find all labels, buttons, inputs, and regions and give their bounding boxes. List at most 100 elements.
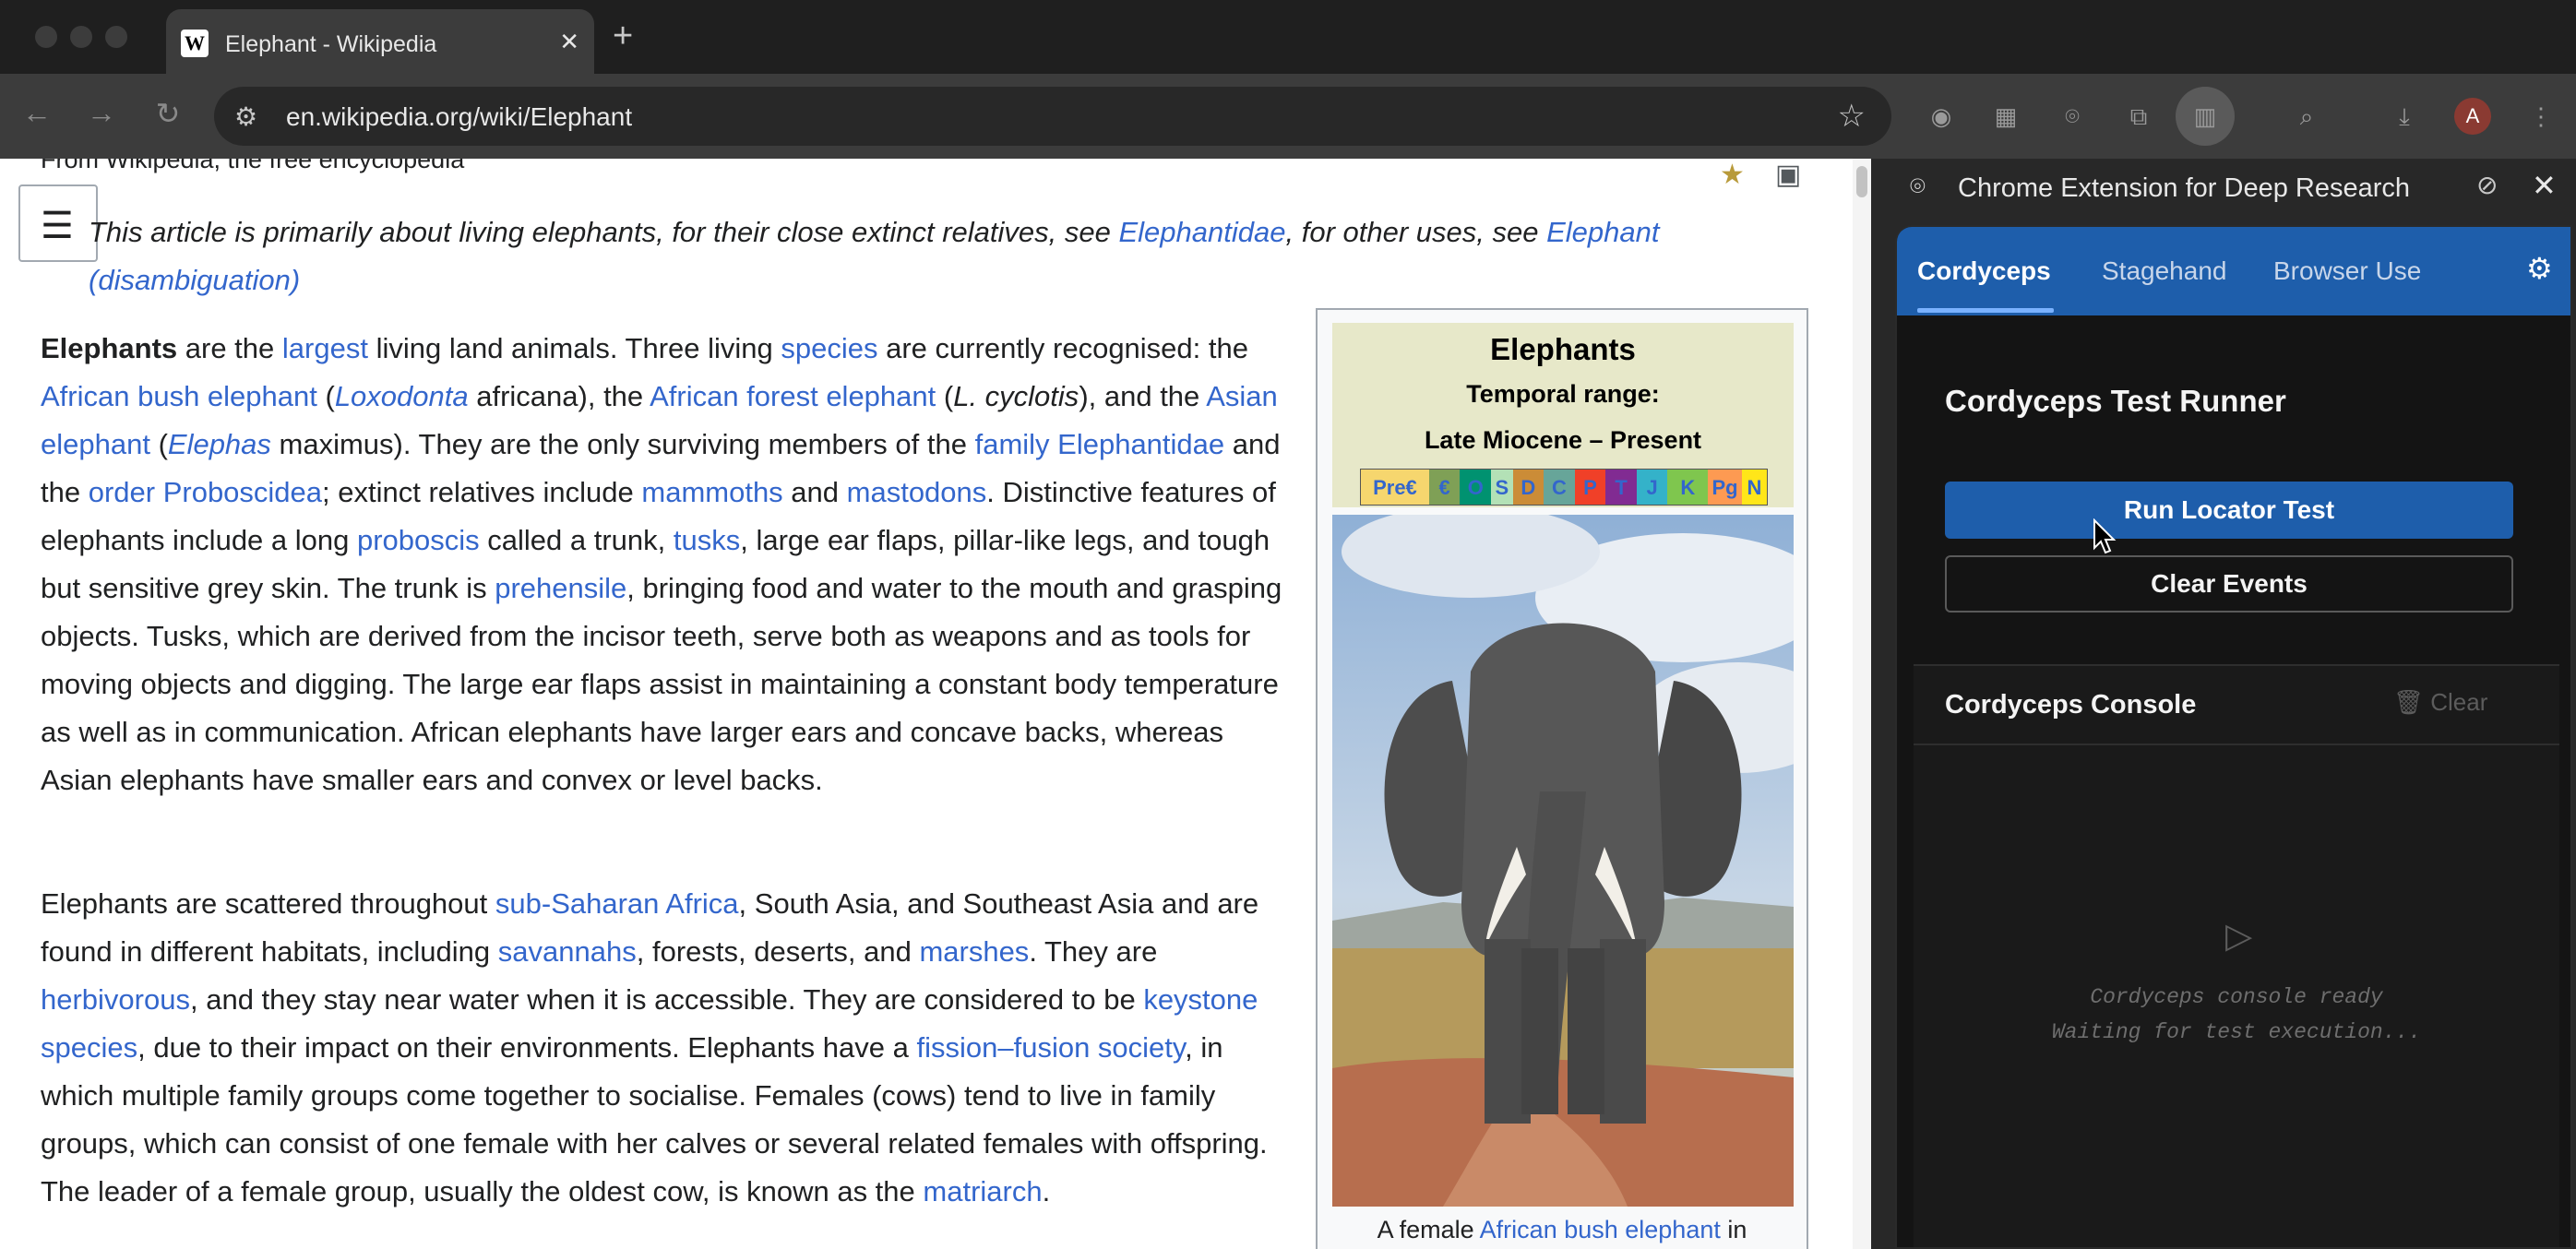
- link-prehensile[interactable]: prehensile: [495, 572, 626, 604]
- timeline-segment[interactable]: C: [1544, 470, 1575, 505]
- infobox-caption: A female African bush elephant in: [1377, 1216, 1747, 1243]
- browser-tab[interactable]: W Elephant - Wikipedia ✕: [166, 9, 594, 74]
- paragraph-intro: Elephants are the largest living land an…: [41, 332, 1282, 796]
- scrollbar-thumb[interactable]: [1856, 166, 1867, 197]
- timeline-segment[interactable]: K: [1667, 470, 1709, 505]
- run-locator-test-button[interactable]: Run Locator Test: [1945, 482, 2513, 539]
- close-window-button[interactable]: [35, 26, 57, 48]
- console-waiting-message: Waiting for test execution...: [2051, 1020, 2422, 1044]
- address-bar[interactable]: ⚙ en.wikipedia.org/wiki/Elephant ☆: [214, 87, 1891, 146]
- link-marshes[interactable]: marshes: [919, 935, 1029, 968]
- bold-term: Elephants: [41, 332, 178, 364]
- timeline-segment[interactable]: T: [1605, 470, 1637, 505]
- link-order-proboscidea[interactable]: order Proboscidea: [89, 476, 322, 508]
- profile-avatar[interactable]: A: [2454, 98, 2491, 135]
- trash-icon: 🗑: [2393, 688, 2425, 716]
- link-matriarch[interactable]: matriarch: [923, 1175, 1042, 1207]
- active-tab-indicator: [1917, 308, 2054, 313]
- table-of-contents-button[interactable]: ☰: [18, 184, 98, 262]
- link-elephas[interactable]: Elephas: [168, 428, 271, 460]
- site-info-icon[interactable]: ⚙: [234, 101, 257, 132]
- console-header: Cordyceps Console 🗑 Clear: [1914, 666, 2559, 745]
- timeline-segment[interactable]: S: [1491, 470, 1513, 505]
- link-herbivorous[interactable]: herbivorous: [41, 983, 190, 1016]
- link-african-forest-elephant[interactable]: African forest elephant: [650, 380, 936, 412]
- download-icon[interactable]: ⤓: [2388, 100, 2421, 133]
- infobox: Elephants Temporal range: Late Miocene –…: [1316, 308, 1808, 1249]
- link-sub-saharan-africa[interactable]: sub-Saharan Africa: [495, 887, 739, 920]
- link-species[interactable]: species: [781, 332, 877, 364]
- url-text[interactable]: en.wikipedia.org/wiki/Elephant: [286, 102, 632, 132]
- minimize-window-button[interactable]: [70, 26, 92, 48]
- link-african-bush-elephant[interactable]: African bush elephant: [41, 380, 317, 412]
- search-tab-icon[interactable]: ⌕: [2290, 100, 2323, 133]
- elephant-photo[interactable]: [1332, 515, 1794, 1207]
- reload-icon[interactable]: ↻: [148, 96, 188, 131]
- link-mammoths[interactable]: mammoths: [641, 476, 782, 508]
- side-panel-title: Chrome Extension for Deep Research: [1958, 173, 2411, 203]
- tab-browser-use[interactable]: Browser Use: [2273, 256, 2421, 286]
- infobox-header: Elephants Temporal range: Late Miocene –…: [1332, 323, 1794, 507]
- console-title: Cordyceps Console: [1945, 690, 2197, 720]
- hatnote-text: This article is primarily about living e…: [89, 216, 1119, 248]
- play-icon: ▷: [2225, 917, 2253, 956]
- timeline-segment[interactable]: €: [1428, 470, 1461, 505]
- side-panel-close-icon[interactable]: ✕: [2532, 168, 2557, 203]
- timeline-segment[interactable]: Pg: [1708, 470, 1743, 505]
- maximize-window-button[interactable]: [105, 26, 127, 48]
- timeline-segment[interactable]: Pre€: [1361, 470, 1429, 505]
- settings-gear-icon[interactable]: ⚙: [2526, 251, 2553, 286]
- link-tusks[interactable]: tusks: [674, 524, 740, 556]
- infobox-title: Elephants: [1490, 332, 1636, 366]
- page-scrollbar[interactable]: [1853, 159, 1871, 1249]
- test-runner-title: Cordyceps Test Runner: [1945, 384, 2286, 418]
- back-icon[interactable]: ←: [17, 96, 57, 130]
- temporal-range-value: Late Miocene – Present: [1424, 426, 1702, 454]
- console-clear-button[interactable]: 🗑 Clear: [2393, 688, 2487, 717]
- link-family-elephantidae[interactable]: family Elephantidae: [975, 428, 1225, 460]
- more-menu-icon[interactable]: ⋮: [2524, 100, 2558, 133]
- hatnote-text: , for other uses, see: [1285, 216, 1547, 248]
- password-extension-icon[interactable]: ◉: [1925, 100, 1958, 133]
- timeline-segment[interactable]: P: [1574, 470, 1606, 505]
- list-icon: ☰: [41, 206, 74, 246]
- timeline-segment[interactable]: N: [1742, 470, 1767, 505]
- forward-icon[interactable]: →: [81, 96, 122, 130]
- link-caption-african-bush-elephant[interactable]: African bush elephant: [1480, 1216, 1721, 1243]
- user-icon[interactable]: ▣: [1775, 159, 1801, 191]
- cordyceps-console: Cordyceps Console 🗑 Clear ▷ Cordyceps co…: [1914, 664, 2559, 1247]
- clear-events-button[interactable]: Clear Events: [1945, 555, 2513, 613]
- temporal-range-label: Temporal range:: [1466, 380, 1660, 408]
- bookmark-star-icon[interactable]: ☆: [1838, 98, 1866, 135]
- geologic-timeline[interactable]: Pre€ € O S D C P T J K Pg N: [1360, 469, 1768, 506]
- tab-stagehand[interactable]: Stagehand: [2102, 256, 2226, 286]
- link-loxodonta[interactable]: Loxodonta: [335, 380, 469, 412]
- link-savannahs[interactable]: savannahs: [498, 935, 637, 968]
- new-tab-button[interactable]: +: [613, 17, 633, 56]
- tab-title: Elephant - Wikipedia: [225, 31, 437, 57]
- timeline-segment[interactable]: O: [1460, 470, 1492, 505]
- link-fission-fusion-society[interactable]: fission–fusion society: [916, 1031, 1185, 1064]
- wikipedia-page: From Wikipedia, the free encyclopedia ★ …: [0, 159, 1853, 1249]
- tab-strip: W Elephant - Wikipedia ✕ +: [0, 0, 2576, 74]
- deep-research-logo-icon: ⌾: [1910, 172, 1926, 200]
- tagline: From Wikipedia, the free encyclopedia: [41, 159, 465, 173]
- extensions-puzzle-icon[interactable]: ⧉: [2122, 100, 2155, 133]
- timeline-segment[interactable]: D: [1512, 470, 1544, 505]
- unpin-icon[interactable]: ⊘: [2476, 170, 2498, 200]
- side-panel-toggle-icon[interactable]: ▥: [2176, 87, 2235, 146]
- extension-tab-bar: Cordyceps Stagehand Browser Use ⚙: [1897, 227, 2570, 315]
- link-proboscis[interactable]: proboscis: [357, 524, 480, 556]
- tab-cordyceps[interactable]: Cordyceps: [1917, 256, 2051, 286]
- side-panel: ⌾ Chrome Extension for Deep Research ⊘ ✕…: [1871, 159, 2576, 1249]
- deep-research-extension-icon[interactable]: ⌾: [2056, 100, 2089, 133]
- crx-extension-icon[interactable]: ▦: [1989, 100, 2022, 133]
- link-largest[interactable]: largest: [282, 332, 368, 364]
- browser-window: W Elephant - Wikipedia ✕ + ← → ↻ ⚙ en.wi…: [0, 0, 2576, 1249]
- console-ready-message: Cordyceps console ready: [2090, 985, 2383, 1009]
- link-mastodons[interactable]: mastodons: [847, 476, 987, 508]
- featured-star-icon: ★: [1720, 160, 1745, 190]
- timeline-segment[interactable]: J: [1636, 470, 1668, 505]
- link-elephantidae[interactable]: Elephantidae: [1118, 216, 1285, 248]
- tab-close-icon[interactable]: ✕: [559, 28, 579, 56]
